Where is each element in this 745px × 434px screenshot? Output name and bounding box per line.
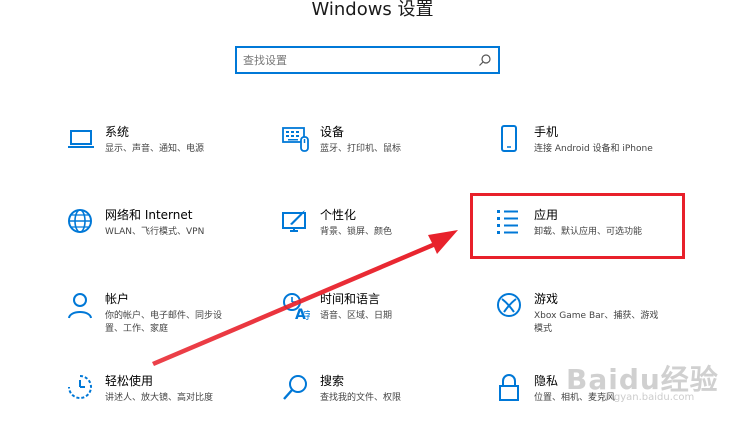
watermark: Baidu经验 jingyan.baidu.com <box>566 338 736 408</box>
watermark-sub: jingyan.baidu.com <box>602 392 695 403</box>
